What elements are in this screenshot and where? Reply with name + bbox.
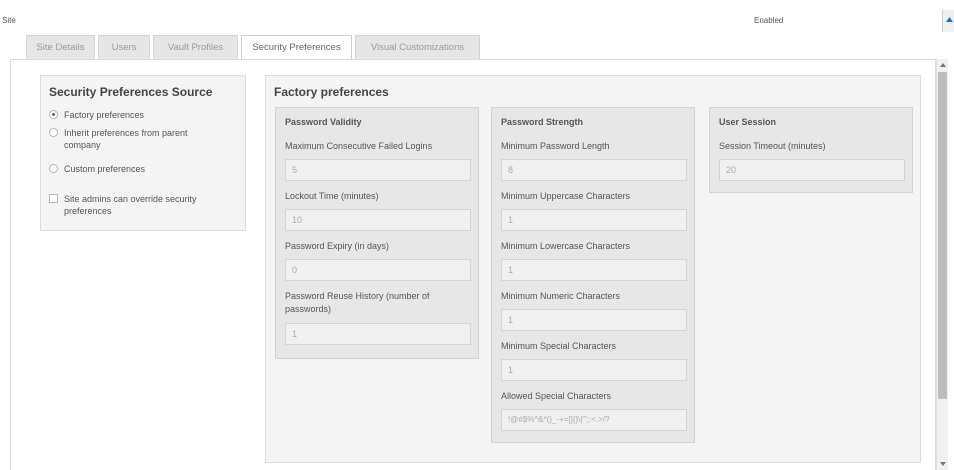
min-uppercase-input[interactable]: 1 (501, 209, 687, 231)
source-title: Security Preferences Source (49, 85, 213, 99)
site-header-bar: Site Enabled (0, 10, 954, 32)
panel-title: Password Strength (501, 117, 584, 127)
field-label: Session Timeout (minutes) (719, 141, 826, 151)
password-reuse-history-input[interactable]: 1 (285, 323, 471, 345)
field-label: Password Reuse History (number of passwo… (285, 291, 430, 314)
factory-preferences-section: Factory preferences Password Validity Ma… (265, 75, 921, 463)
radio-label: Inherit preferences from parent company (64, 128, 188, 150)
field-label: Minimum Lowercase Characters (501, 241, 631, 251)
field-label: Lockout Time (minutes) (285, 191, 379, 201)
tab-site-details[interactable]: Site Details (26, 35, 95, 59)
scrollbar-thumb[interactable] (938, 72, 947, 399)
checkbox-label: Site admins can override security prefer… (64, 194, 197, 216)
password-strength-panel: Password Strength Minimum Password Lengt… (491, 107, 695, 443)
panel-title: Password Validity (285, 117, 362, 127)
radio-label: Factory preferences (64, 110, 145, 120)
tab-users[interactable]: Users (98, 35, 150, 59)
radio-factory-preferences[interactable]: Factory preferences (49, 109, 239, 121)
radio-selected-icon[interactable] (49, 110, 58, 119)
security-preferences-source: Security Preferences Source Factory pref… (40, 75, 246, 231)
field-label: Minimum Special Characters (501, 341, 617, 351)
field-label: Password Expiry (in days) (285, 241, 390, 251)
site-label: Site (2, 16, 16, 25)
field-label: Minimum Uppercase Characters (501, 191, 631, 201)
panel-title: User Session (719, 117, 777, 127)
radio-label: Custom preferences (64, 164, 146, 174)
radio-custom-preferences[interactable]: Custom preferences (49, 163, 239, 175)
min-lowercase-input[interactable]: 1 (501, 259, 687, 281)
site-status: Enabled (754, 16, 784, 25)
override-checkbox[interactable]: Site admins can override security prefer… (49, 193, 239, 219)
lockout-time-input[interactable]: 10 (285, 209, 471, 231)
min-numeric-input[interactable]: 1 (501, 309, 687, 331)
chevron-up-icon (946, 17, 953, 22)
factory-title: Factory preferences (274, 85, 389, 99)
tab-visual-customizations[interactable]: Visual Customizations (355, 35, 480, 59)
password-validity-panel: Password Validity Maximum Consecutive Fa… (275, 107, 479, 359)
radio-inherit-preferences[interactable]: Inherit preferences from parent company (49, 127, 239, 153)
radio-unselected-icon[interactable] (49, 128, 58, 137)
session-timeout-input[interactable]: 20 (719, 159, 905, 181)
field-label: Maximum Consecutive Failed Logins (285, 141, 433, 151)
field-label: Minimum Numeric Characters (501, 291, 621, 301)
scroll-down-icon[interactable] (940, 462, 946, 466)
collapse-button[interactable] (942, 10, 954, 32)
user-session-panel: User Session Session Timeout (minutes) 2… (709, 107, 913, 193)
password-expiry-input[interactable]: 0 (285, 259, 471, 281)
tab-vault-profiles[interactable]: Vault Profiles (153, 35, 238, 59)
tab-security-preferences[interactable]: Security Preferences (241, 35, 352, 60)
checkbox-icon[interactable] (49, 194, 58, 203)
max-failed-logins-input[interactable]: 5 (285, 159, 471, 181)
radio-unselected-icon[interactable] (49, 164, 58, 173)
allowed-special-chars-input[interactable]: !@#$%^&*()_-+=[]{}\|'";:<.>/? (501, 409, 687, 431)
min-password-length-input[interactable]: 8 (501, 159, 687, 181)
field-label: Minimum Password Length (501, 141, 610, 151)
min-special-input[interactable]: 1 (501, 359, 687, 381)
field-label: Allowed Special Characters (501, 391, 612, 401)
scroll-up-icon[interactable] (940, 63, 946, 67)
vertical-scrollbar[interactable] (936, 59, 948, 470)
